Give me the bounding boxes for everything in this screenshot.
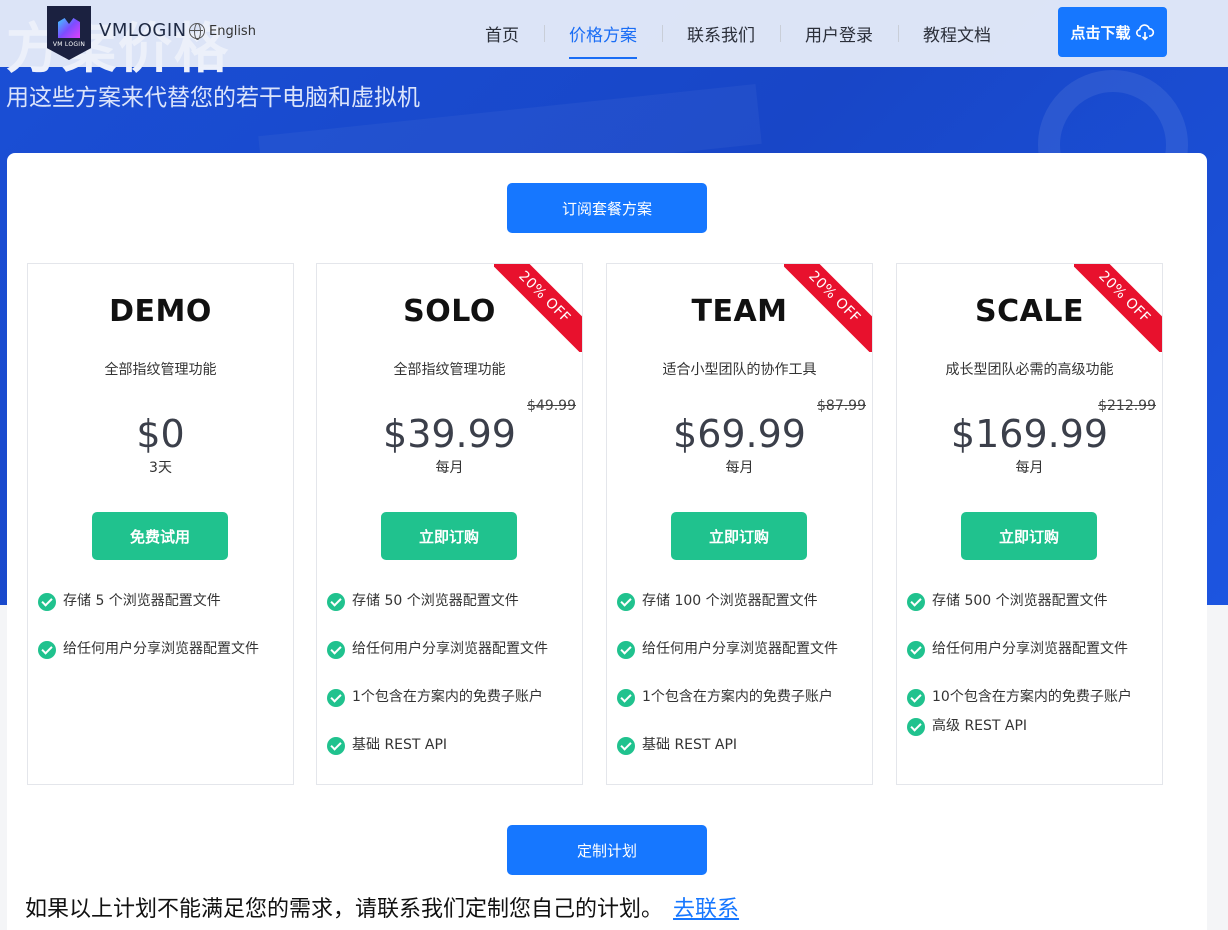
feature-item: 高级 REST API [907, 717, 1158, 736]
custom-plan-note: 如果以上计划不能满足您的需求，请联系我们定制您自己的计划。 去联系 [25, 891, 739, 923]
pricing-panel: 订阅套餐方案 DEMO 全部指纹管理功能 $0 3天 免费试用 存储 5 个浏览… [7, 153, 1207, 930]
contact-link[interactable]: 去联系 [673, 897, 739, 922]
feature-item: 1个包含在方案内的免费子账户 [617, 688, 868, 707]
buy-now-button[interactable]: 立即订购 [961, 512, 1097, 560]
nav-link-login[interactable]: 用户登录 [780, 0, 898, 67]
plan-name: SCALE [975, 294, 1084, 329]
feature-item: 基础 REST API [617, 736, 868, 755]
globe-icon [189, 23, 205, 40]
subscribe-plans-button[interactable]: 订阅套餐方案 [507, 183, 707, 233]
cloud-download-icon [1135, 23, 1155, 41]
plan-card-team: 20% OFF TEAM 适合小型团队的协作工具 $87.99 $69.99 每… [606, 263, 873, 785]
feature-list: 存储 5 个浏览器配置文件 给任何用户分享浏览器配置文件 [38, 592, 289, 659]
logo[interactable]: VM LOGIN [47, 6, 91, 60]
feature-list: 存储 500 个浏览器配置文件 给任何用户分享浏览器配置文件 10个包含在方案内… [907, 592, 1158, 736]
plan-description: 全部指纹管理功能 [393, 362, 506, 378]
feature-item: 存储 50 个浏览器配置文件 [327, 592, 578, 611]
check-circle-icon [327, 689, 345, 707]
plan-card-demo: DEMO 全部指纹管理功能 $0 3天 免费试用 存储 5 个浏览器配置文件 给… [27, 263, 294, 785]
feature-item: 存储 500 个浏览器配置文件 [907, 592, 1158, 611]
plan-price: $0 [136, 412, 185, 456]
feature-list: 存储 100 个浏览器配置文件 给任何用户分享浏览器配置文件 1个包含在方案内的… [617, 592, 868, 755]
check-circle-icon [617, 689, 635, 707]
plan-period: 每月 [1015, 460, 1044, 476]
plan-period: 3天 [149, 460, 172, 476]
feature-item: 给任何用户分享浏览器配置文件 [38, 640, 289, 659]
check-circle-icon [617, 641, 635, 659]
custom-plan-text: 如果以上计划不能满足您的需求，请联系我们定制您自己的计划。 [25, 897, 664, 922]
check-circle-icon [907, 641, 925, 659]
download-button[interactable]: 点击下载 [1058, 7, 1167, 57]
buy-now-button[interactable]: 立即订购 [671, 512, 807, 560]
plan-card-solo: 20% OFF SOLO 全部指纹管理功能 $49.99 $39.99 每月 立… [316, 263, 583, 785]
check-circle-icon [327, 593, 345, 611]
check-circle-icon [907, 689, 925, 707]
check-circle-icon [38, 593, 56, 611]
plan-card-scale: 20% OFF SCALE 成长型团队必需的高级功能 $212.99 $169.… [896, 263, 1163, 785]
logo-small-text: VM LOGIN [52, 41, 86, 48]
plan-description: 全部指纹管理功能 [104, 362, 217, 378]
plan-period: 每月 [725, 460, 754, 476]
check-circle-icon [907, 593, 925, 611]
plan-description: 成长型团队必需的高级功能 [945, 362, 1114, 378]
plan-price: $169.99 [950, 412, 1109, 456]
plan-name: SOLO [403, 294, 496, 329]
brand-name: VMLOGIN [99, 20, 187, 41]
plan-price: $69.99 [673, 412, 806, 456]
plan-price: $39.99 [383, 412, 516, 456]
nav-link-home[interactable]: 首页 [460, 0, 544, 67]
feature-item: 存储 100 个浏览器配置文件 [617, 592, 868, 611]
plan-name: TEAM [691, 294, 788, 329]
feature-item: 基础 REST API [327, 736, 578, 755]
feature-item: 给任何用户分享浏览器配置文件 [327, 640, 578, 659]
feature-item: 给任何用户分享浏览器配置文件 [617, 640, 868, 659]
nav-links: 首页 价格方案 联系我们 用户登录 教程文档 [460, 0, 1016, 67]
logo-mark-icon [58, 18, 80, 38]
custom-plan-button[interactable]: 定制计划 [507, 825, 707, 875]
buy-now-button[interactable]: 立即订购 [381, 512, 517, 560]
plan-period: 每月 [435, 460, 464, 476]
feature-item: 存储 5 个浏览器配置文件 [38, 592, 289, 611]
nav-link-docs[interactable]: 教程文档 [898, 0, 1016, 67]
free-trial-button[interactable]: 免费试用 [92, 512, 228, 560]
language-label: English [209, 23, 256, 39]
top-navbar: VM LOGIN VMLOGIN English 首页 价格方案 联系我们 用户… [0, 0, 1228, 67]
feature-item: 给任何用户分享浏览器配置文件 [907, 640, 1158, 659]
check-circle-icon [38, 641, 56, 659]
check-circle-icon [327, 641, 345, 659]
check-circle-icon [617, 737, 635, 755]
check-circle-icon [327, 737, 345, 755]
nav-link-contact[interactable]: 联系我们 [662, 0, 780, 67]
plan-description: 适合小型团队的协作工具 [662, 362, 817, 378]
language-switcher[interactable]: English [189, 23, 256, 40]
feature-item: 1个包含在方案内的免费子账户 [327, 688, 578, 707]
hero-subtitle: 用这些方案来代替您的若干电脑和虚拟机 [6, 85, 420, 111]
plan-name: DEMO [109, 294, 212, 329]
feature-item: 10个包含在方案内的免费子账户 [907, 688, 1158, 707]
check-circle-icon [907, 718, 925, 736]
download-label: 点击下载 [1070, 23, 1131, 42]
feature-list: 存储 50 个浏览器配置文件 给任何用户分享浏览器配置文件 1个包含在方案内的免… [327, 592, 578, 755]
nav-link-pricing[interactable]: 价格方案 [544, 0, 662, 67]
check-circle-icon [617, 593, 635, 611]
